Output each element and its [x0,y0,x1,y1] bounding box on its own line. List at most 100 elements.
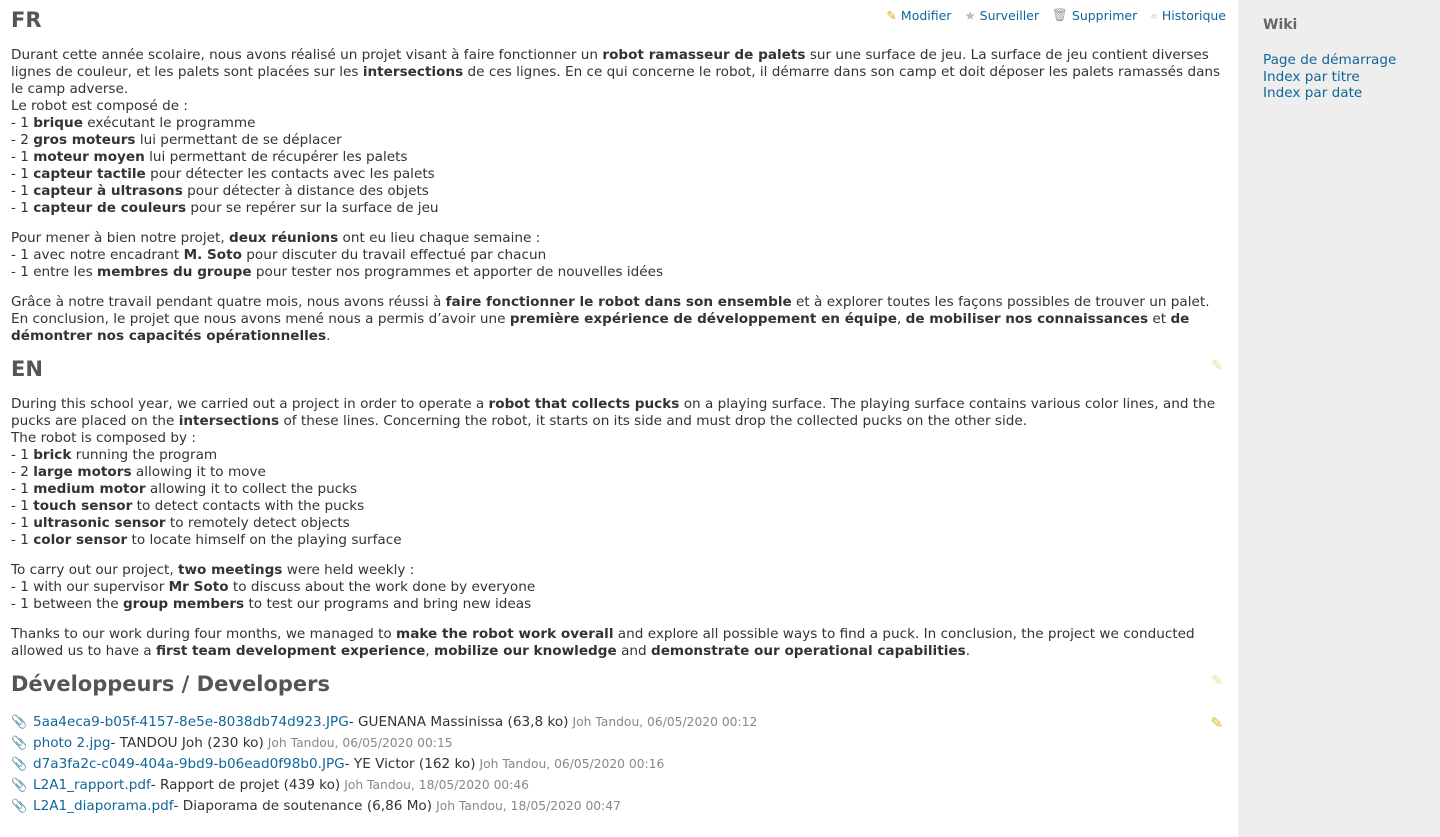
text-run: to remotely detect objects [165,515,350,531]
heading-developers: Développeurs / Developers [11,672,330,696]
attachment-link[interactable]: L2A1_rapport.pdf [33,775,151,796]
text-run: lui permettant de se déplacer [135,132,342,148]
attachment-meta: Joh Tandou, 18/05/2020 00:46 [344,778,530,792]
bold-text: two meetings [178,562,283,578]
bold-text: capteur tactile [33,166,146,182]
bold-text: first team development experience [155,643,426,659]
text-run: - 1 [11,183,34,199]
bold-text: gros moteurs [33,132,136,148]
text-run: . [965,643,971,659]
text-line: Pour mener à bien notre projet, deux réu… [11,230,1226,247]
bold-text: membres du groupe [97,264,252,280]
text-run: were held weekly : [282,562,415,578]
attachment-meta: Joh Tandou, 06/05/2020 00:15 [267,736,453,750]
en-composed: The robot is composed by : [11,430,196,446]
attachment-link[interactable]: 5aa4eca9-b05f-4157-8e5e-8038db74d923.JPG [33,712,349,733]
text-line: - 1 ultrasonic sensor to remotely detect… [11,515,1226,532]
attachment-link[interactable]: photo 2.jpg [33,733,111,754]
text-run: - 2 [11,464,34,480]
section-fr: FR ✎ Modifier ★ Surveiller 🗑 Supprimer «… [11,0,1226,345]
attachment-link[interactable]: L2A1_diaporama.pdf [33,796,174,817]
sidebar-link-index-by-title[interactable]: Index par titre [1263,69,1428,86]
paperclip-icon: 📎 [11,736,28,751]
pencil-icon: ✎ [886,7,897,23]
text-line: - 1 brick running the program [11,447,1226,464]
text-run: . [326,328,331,344]
bold-text: brick [33,447,72,463]
text-run: exécutant le programme [82,115,256,131]
bold-text: ultrasonic sensor [33,515,166,531]
bold-text: large motors [33,464,132,480]
fr-intro: Durant cette année scolaire, nous avons … [11,47,1226,98]
edit-section-developers-pencil-icon[interactable]: ✎ [1211,673,1223,689]
bold-text: robot ramasseur de palets [602,47,806,63]
bold-text: demonstrate our operational capabilities [650,643,966,659]
edit-link[interactable]: ✎ Modifier [886,8,951,23]
text-run: Durant cette année scolaire, nous avons … [11,47,603,63]
text-line: - 2 large motors allowing it to move [11,464,1226,481]
paperclip-icon: 📎 [11,757,28,772]
bold-text: color sensor [33,532,128,548]
star-icon: ★ [964,7,976,23]
edit-section-en-pencil-icon[interactable]: ✎ [1211,358,1223,374]
text-line: - 1 medium motor allowing it to collect … [11,481,1226,498]
bold-text: moteur moyen [33,149,145,165]
text-run: ont eu lieu chaque semaine : [338,230,541,246]
attachment-description: - TANDOU Joh (230 ko) [110,735,264,751]
text-run: - 1 [11,200,34,216]
text-run: pour détecter à distance des objets [182,183,429,199]
text-run: Thanks to our work during four months, w… [11,626,397,642]
bold-text: mobilize our knowledge [434,643,617,659]
text-run: To carry out our project, [11,562,178,578]
delete-link[interactable]: 🗑 Supprimer [1052,7,1137,23]
text-run: to discuss about the work done by everyo… [228,579,536,595]
attachment-row: 📎 5aa4eca9-b05f-4157-8e5e-8038db74d923.JP… [11,712,1226,733]
text-run: - 1 [11,515,34,531]
bold-text: touch sensor [33,498,133,514]
text-run: Grâce à notre travail pendant quatre moi… [11,294,446,310]
text-run: et [1148,311,1171,327]
text-run: allowing it to collect the pucks [145,481,358,497]
text-run: lui permettant de récupérer les palets [144,149,408,165]
text-line: - 1 capteur de couleurs pour se repérer … [11,200,1226,217]
attachment-description: - Diaporama de soutenance (6,86 Mo) [173,798,433,814]
text-run: - 1 between the [11,596,123,612]
paperclip-icon: 📎 [11,799,28,814]
edit-attachments-pencil-icon[interactable]: ✎ [1210,714,1223,732]
text-run: - 1 [11,149,34,165]
attachment-description: - GUENANA Massinissa (63,8 ko) [348,714,569,730]
text-line: - 1 touch sensor to detect contacts with… [11,498,1226,515]
text-run: running the program [71,447,218,463]
fr-conclusion: Grâce à notre travail pendant quatre moi… [11,294,1226,345]
text-run: During this school year, we carried out … [11,396,489,412]
text-run: to locate himself on the playing surface [127,532,402,548]
history-link[interactable]: « Historique [1150,8,1226,23]
text-run: - 1 with our supervisor [11,579,169,595]
sidebar-link-index-by-date[interactable]: Index par date [1263,85,1428,102]
paperclip-icon: 📎 [11,778,28,793]
bold-text: Mr Soto [168,579,229,595]
text-run: pour discuter du travail effectué par ch… [241,247,547,263]
text-line: - 1 capteur tactile pour détecter les co… [11,166,1226,183]
en-components: - 1 brick running the program - 2 large m… [11,447,1226,549]
fr-components: - 1 brique exécutant le programme - 2 gro… [11,115,1226,217]
text-run: , [425,643,435,659]
text-run: and [616,643,651,659]
text-run: Pour mener à bien notre projet, [11,230,229,246]
text-line: - 1 moteur moyen lui permettant de récup… [11,149,1226,166]
attachment-row: 📎 L2A1_rapport.pdf - Rapport de projet (4… [11,775,1226,796]
bold-text: intersections [362,64,464,80]
attachment-description: - Rapport de projet (439 ko) [150,777,341,793]
text-line: To carry out our project, two meetings w… [11,562,1226,579]
text-line: - 1 entre les membres du groupe pour tes… [11,264,1226,281]
attachment-meta: Joh Tandou, 06/05/2020 00:12 [572,715,758,729]
text-line: - 1 avec notre encadrant M. Soto pour di… [11,247,1226,264]
watch-link[interactable]: ★ Surveiller [964,8,1039,23]
bold-text: première expérience de développement en … [509,311,897,327]
bold-text: de mobiliser nos connaissances [905,311,1149,327]
sidebar-link-start-page[interactable]: Page de démarrage [1263,52,1428,69]
text-run: to test our programs and bring new ideas [244,596,532,612]
attachment-link[interactable]: d7a3fa2c-c049-404a-9bd9-b06ead0f98b0.JPG [33,754,345,775]
attachment-meta: Joh Tandou, 06/05/2020 00:16 [479,757,665,771]
section-en: EN ✎ During this school year, we carried… [11,355,1226,660]
